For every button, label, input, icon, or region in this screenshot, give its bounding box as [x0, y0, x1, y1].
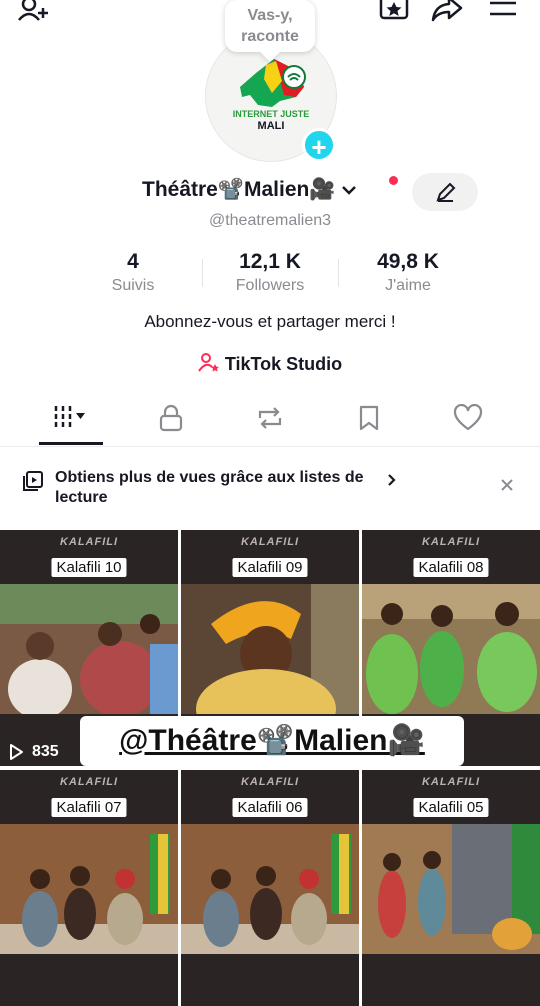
add-friend-icon[interactable] — [18, 0, 52, 26]
video-title: Kalafili 07 — [51, 798, 127, 817]
video-thumbnail — [362, 584, 540, 714]
lock-icon — [159, 404, 183, 432]
share-icon[interactable] — [430, 0, 464, 26]
play-icon — [10, 744, 23, 760]
pencil-icon — [436, 182, 456, 202]
video-tile[interactable]: KALAFILI Kalafili 05 — [362, 770, 540, 1006]
tab-reposts[interactable] — [238, 398, 302, 444]
profile-tabs — [0, 398, 540, 447]
edit-profile-button[interactable] — [412, 173, 478, 211]
story-bubble-text: Vas-y, raconte — [241, 7, 299, 45]
menu-icon[interactable] — [488, 0, 522, 26]
video-brand: KALAFILI — [421, 776, 481, 788]
studio-person-star-icon — [197, 353, 219, 372]
video-brand: KALAFILI — [240, 776, 300, 788]
display-name-text: Théâtre📽️Malien🎥 — [142, 178, 336, 201]
following-label: Suivis — [111, 277, 155, 294]
tiktok-studio-link[interactable]: TikTok Studio — [0, 353, 540, 375]
logo-text-line1: INTERNET JUSTE — [232, 109, 310, 119]
repost-icon — [258, 407, 282, 429]
heart-icon — [453, 404, 483, 431]
video-thumbnail — [0, 584, 178, 714]
playlist-icon — [23, 471, 43, 491]
followers-stat[interactable]: 12,1 K Followers — [200, 250, 340, 295]
likes-label: J'aime — [385, 277, 431, 294]
watermark-overlay: @Théâtre📽️Malien🎥 — [80, 716, 464, 766]
likes-count: 49,8 K — [377, 250, 439, 273]
video-thumbnail — [0, 824, 178, 954]
video-title: Kalafili 08 — [413, 558, 489, 577]
following-count: 4 — [127, 250, 139, 273]
view-count: 835 — [32, 743, 59, 760]
playlist-banner[interactable]: Obtiens plus de vues grâce aux listes de… — [0, 456, 540, 524]
username-handle: @theatremalien3 — [208, 212, 332, 229]
video-tile[interactable]: KALAFILI Kalafili 07 — [0, 770, 178, 1006]
following-stat[interactable]: 4 Suivis — [63, 250, 203, 295]
tab-private[interactable] — [139, 398, 203, 444]
video-brand: KALAFILI — [59, 536, 119, 548]
video-tile[interactable]: KALAFILI Kalafili 06 — [181, 770, 359, 1006]
notification-dot — [389, 176, 398, 185]
grid-icon — [54, 406, 85, 428]
video-brand: KALAFILI — [421, 536, 481, 548]
chevron-down-icon[interactable] — [341, 184, 357, 196]
close-icon[interactable] — [499, 477, 515, 493]
video-brand: KALAFILI — [240, 536, 300, 548]
profile-bio: Abonnez-vous et partager merci ! — [144, 312, 396, 331]
followers-label: Followers — [235, 277, 305, 294]
video-brand: KALAFILI — [59, 776, 119, 788]
video-title: Kalafili 10 — [51, 558, 127, 577]
story-bubble[interactable]: Vas-y, raconte — [225, 0, 315, 52]
video-thumbnail — [181, 584, 359, 714]
tab-saved[interactable] — [337, 398, 401, 444]
add-story-button[interactable]: + — [302, 128, 336, 162]
favorites-icon[interactable] — [378, 0, 412, 26]
display-name: Théâtre📽️Malien🎥 — [142, 178, 357, 202]
video-title: Kalafili 05 — [413, 798, 489, 817]
video-title: Kalafili 06 — [232, 798, 308, 817]
tab-videos[interactable] — [39, 398, 103, 445]
bookmark-icon — [359, 405, 379, 431]
chevron-right-icon — [388, 474, 396, 486]
playlist-banner-text: Obtiens plus de vues grâce aux listes de… — [55, 469, 364, 506]
likes-stat[interactable]: 49,8 K J'aime — [338, 250, 478, 295]
followers-count: 12,1 K — [239, 250, 301, 273]
video-title: Kalafili 09 — [232, 558, 308, 577]
video-thumbnail — [362, 824, 540, 954]
video-thumbnail — [181, 824, 359, 954]
tab-liked[interactable] — [436, 398, 500, 444]
studio-label: TikTok Studio — [224, 354, 343, 374]
